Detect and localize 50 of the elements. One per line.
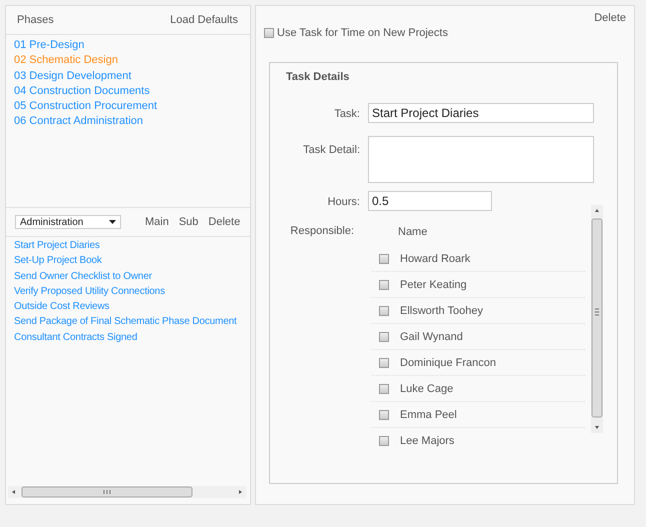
toolbar-button[interactable]: Delete xyxy=(208,216,240,228)
person-name: Ellsworth Toohey xyxy=(400,304,483,316)
checkbox[interactable] xyxy=(379,436,389,446)
task-item[interactable]: Outside Cost Reviews xyxy=(14,299,250,314)
field-label: Responsible: xyxy=(289,224,354,239)
task-item[interactable]: Set-Up Project Book xyxy=(14,253,250,269)
load-defaults-link[interactable]: Load Defaults xyxy=(170,14,238,26)
phase-item[interactable]: 06 Contract Administration xyxy=(14,114,242,130)
person-name: Luke Cage xyxy=(400,382,454,394)
task-item[interactable]: Verify Proposed Utility Connections xyxy=(14,284,250,300)
checkbox[interactable] xyxy=(379,384,389,394)
category-dropdown[interactable]: Administration xyxy=(15,215,121,229)
field-label: Hours: xyxy=(326,195,360,208)
panel-title: Phases xyxy=(17,14,54,26)
task-field[interactable]: Start Project Diaries xyxy=(368,103,594,123)
toolbar-button[interactable]: Sub xyxy=(178,216,198,228)
column-header: Name xyxy=(397,225,428,240)
task-item[interactable]: Send Owner Checklist to Owner xyxy=(14,268,250,284)
phase-item[interactable]: 05 Construction Procurement xyxy=(14,99,242,114)
person-name: Lee Majors xyxy=(400,434,454,446)
task-item[interactable]: Consultant Contracts Signed xyxy=(14,330,250,346)
task-item[interactable]: Send Package of Final Schematic Phase Document xyxy=(14,314,250,330)
group-title: Task Details xyxy=(285,70,350,83)
field-label: Task Detail: xyxy=(302,143,360,156)
person-name: Emma Peel xyxy=(400,408,457,420)
phase-item[interactable]: 04 Construction Documents xyxy=(14,84,242,100)
checkbox[interactable] xyxy=(379,280,389,290)
task-detail-field[interactable] xyxy=(368,136,594,183)
hours-field[interactable]: 0.5 xyxy=(368,191,492,211)
person-name: Peter Keating xyxy=(400,278,467,290)
horizontal-scrollbar[interactable] xyxy=(8,486,246,498)
task-item[interactable]: Start Project Diaries xyxy=(14,238,250,254)
phase-item[interactable]: 03 Design Development xyxy=(14,68,242,84)
checkbox[interactable] xyxy=(379,254,389,264)
field-label: Task: xyxy=(333,107,360,120)
delete-link[interactable]: Delete xyxy=(594,12,626,24)
checkbox[interactable] xyxy=(379,358,389,368)
person-name: Gail Wynand xyxy=(400,330,463,342)
checkbox[interactable] xyxy=(379,332,389,342)
phase-item[interactable]: 02 Schematic Design xyxy=(14,53,242,69)
person-name: Howard Roark xyxy=(400,252,470,264)
checkbox[interactable] xyxy=(379,306,389,316)
vertical-scrollbar[interactable] xyxy=(591,205,603,433)
phase-item[interactable]: 01 Pre-Design xyxy=(14,38,242,54)
checkbox-label: Use Task for Time on New Projects xyxy=(277,27,448,39)
checkbox[interactable] xyxy=(379,410,389,420)
caret-icon xyxy=(109,220,116,224)
toolbar-button[interactable]: Main xyxy=(145,216,169,228)
checkbox[interactable] xyxy=(264,28,274,38)
person-name: Dominique Francon xyxy=(400,356,496,368)
